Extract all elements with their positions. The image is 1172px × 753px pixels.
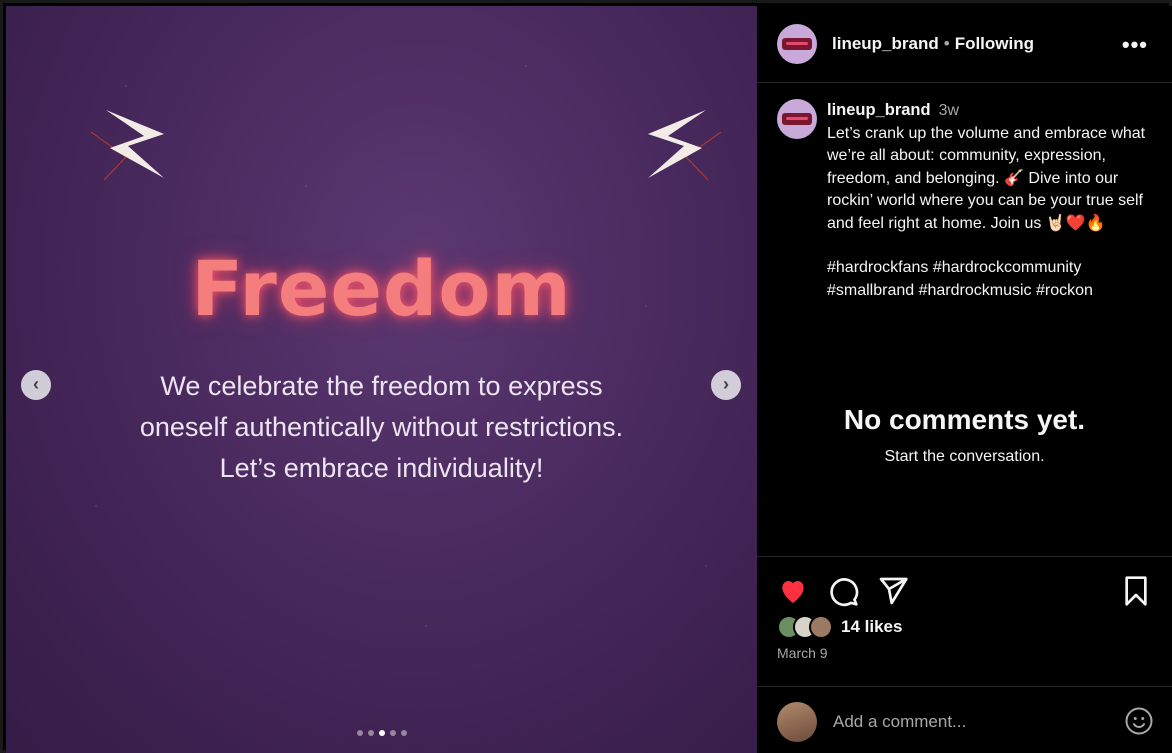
bookmark-icon[interactable] xyxy=(1120,575,1152,607)
caption-avatar[interactable] xyxy=(777,99,817,139)
post-media: Freedom We celebrate the freedom to expr… xyxy=(6,6,757,753)
post-modal: Freedom We celebrate the freedom to expr… xyxy=(0,0,1172,753)
slide-body-line: oneself authentically without restrictio… xyxy=(139,412,624,442)
slide-dot[interactable] xyxy=(389,730,396,736)
caption-username[interactable]: lineup_brand xyxy=(827,101,931,119)
empty-comments-title: No comments yet. xyxy=(843,404,1086,435)
liker-avatar[interactable] xyxy=(809,615,833,639)
share-icon[interactable] xyxy=(877,575,909,607)
slide-body: We celebrate the freedom to express ones… xyxy=(66,366,697,489)
slide-body-line: We celebrate the freedom to express xyxy=(160,371,603,401)
post-date[interactable]: March 9 xyxy=(777,645,828,661)
following-button[interactable]: Following xyxy=(955,34,1034,54)
slide-dot-active[interactable] xyxy=(378,730,385,736)
lightning-bolt-icon xyxy=(90,110,164,181)
chevron-right-icon: › xyxy=(723,374,729,394)
post-caption: lineup_brand 3w Let’s crank up the volume… xyxy=(757,83,1172,302)
comment-composer xyxy=(757,686,1172,753)
slide-indicator xyxy=(6,730,757,736)
empty-comments: No comments yet. Start the conversation. xyxy=(757,404,1172,466)
caption-body: lineup_brand 3w Let’s crank up the volume… xyxy=(827,99,1152,302)
lightning-bolt-icon xyxy=(648,110,722,181)
slide-body-line: Let’s embrace individuality! xyxy=(219,453,544,483)
slide-dot[interactable] xyxy=(400,730,407,736)
next-slide-button[interactable]: › xyxy=(711,370,741,400)
header-username[interactable]: lineup_brand xyxy=(832,34,939,54)
brand-logo-icon xyxy=(782,113,812,125)
post-header: lineup_brand • Following ••• xyxy=(757,6,1172,83)
caption-time[interactable]: 3w xyxy=(939,102,959,119)
header-separator: • xyxy=(943,34,950,53)
heart-icon[interactable] xyxy=(777,575,809,607)
slide-dot[interactable] xyxy=(367,730,374,736)
likes-row: 14 likes xyxy=(777,615,902,639)
likes-count[interactable]: 14 likes xyxy=(841,617,902,637)
comment-icon[interactable] xyxy=(827,575,859,607)
action-icons xyxy=(777,575,909,607)
caption-hashtags[interactable]: #hardrockfans #hardrockcommunity #smallb… xyxy=(827,257,1152,302)
emoji-icon[interactable] xyxy=(1124,706,1154,736)
comment-input[interactable] xyxy=(833,711,1093,732)
caption-text: Let’s crank up the volume and embrace wh… xyxy=(827,124,1146,232)
chevron-left-icon: ‹ xyxy=(33,374,39,394)
post-sidebar: lineup_brand • Following ••• lineup_bran… xyxy=(757,6,1172,753)
post-actions: 14 likes March 9 xyxy=(757,556,1172,686)
previous-slide-button[interactable]: ‹ xyxy=(21,370,51,400)
empty-comments-subtitle: Start the conversation. xyxy=(884,448,1045,465)
slide-dot[interactable] xyxy=(356,730,363,736)
slide-headline: Freedom xyxy=(191,244,572,333)
brand-avatar[interactable] xyxy=(777,24,817,64)
user-avatar[interactable] xyxy=(777,701,817,742)
more-options-icon[interactable]: ••• xyxy=(1122,32,1148,58)
brand-logo-icon xyxy=(782,38,812,50)
